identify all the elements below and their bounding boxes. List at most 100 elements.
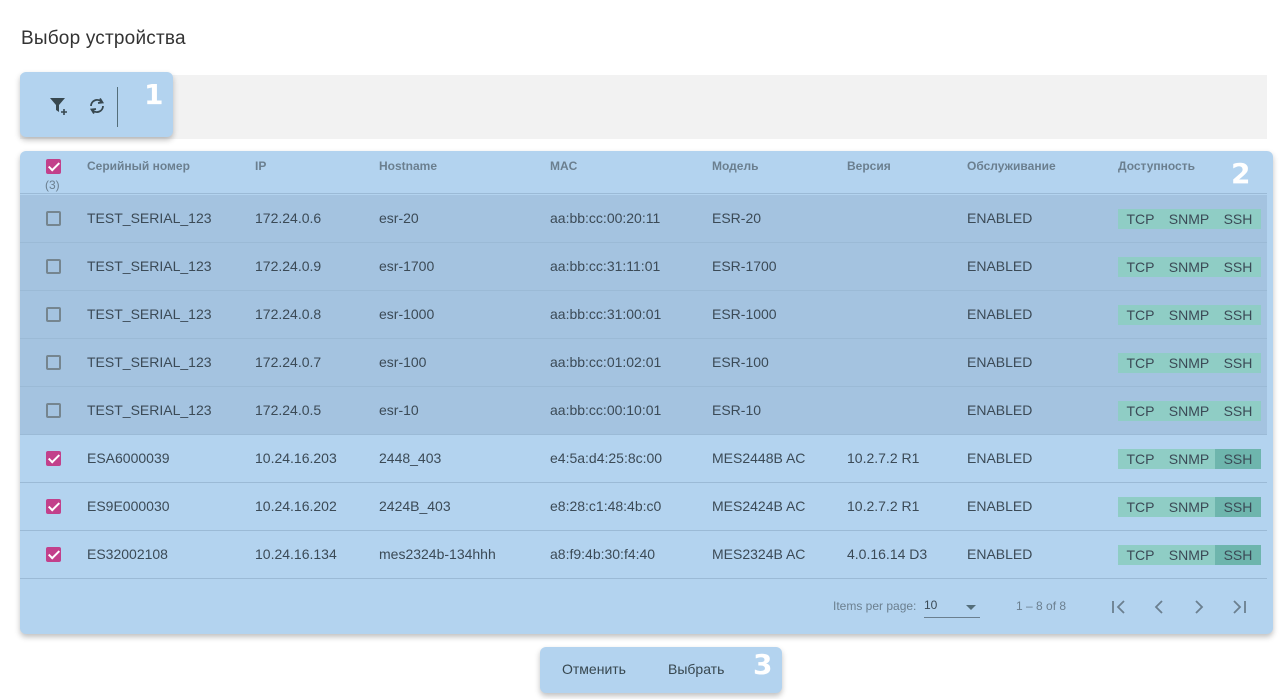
filter-add-icon[interactable] [47,94,71,118]
column-ip[interactable]: IP [255,159,266,173]
ip-address-cell: 10.24.16.134 [255,546,337,562]
column-version[interactable]: Версия [847,159,891,173]
availability-badges: TCP SNMP SSH [1118,497,1261,517]
protocol-badge-ssh: SSH [1215,545,1261,565]
model-cell: ESR-10 [712,402,762,418]
protocol-badge-ssh: SSH [1215,449,1261,469]
items-per-page-select[interactable]: 10 [924,595,980,618]
protocol-badge-snmp: SNMP [1163,353,1215,373]
serial-number-cell: ES9E000030 [87,498,170,514]
availability-badges: TCP SNMP SSH [1118,449,1261,469]
ip-address-cell: 172.24.0.9 [255,258,322,274]
row-checkbox[interactable] [46,307,61,322]
serial-number-cell: ES32002108 [87,546,168,562]
table-row[interactable]: ESA6000039 10.24.16.203 2448_403 e4:5a:d4:2… [20,435,1267,483]
version-cell: 4.0.16.14 D3 [847,546,928,562]
table-row[interactable]: ES9E000030 10.24.16.202 2424B_403 e8:28:c1:… [20,483,1267,531]
availability-badges: TCP SNMP SSH [1118,209,1261,229]
protocol-badge-snmp: SNMP [1163,209,1215,229]
protocol-badge-ssh: SSH [1215,257,1261,277]
availability-badges: TCP SNMP SSH [1118,257,1261,277]
row-checkbox[interactable] [46,451,61,466]
mac-address-cell: aa:bb:cc:00:10:01 [550,402,662,418]
column-hostname[interactable]: Hostname [379,159,437,173]
refresh-icon[interactable] [85,94,109,118]
service-status-cell: ENABLED [967,402,1033,418]
table-row[interactable]: ES32002108 10.24.16.134 mes2324b-134hhh a8:… [20,531,1267,579]
hostname-cell: esr-10 [379,402,419,418]
hostname-cell: 2424B_403 [379,498,451,514]
ip-address-cell: 10.24.16.203 [255,450,337,466]
cancel-button[interactable]: Отменить [562,661,626,677]
service-status-cell: ENABLED [967,210,1033,226]
table-row[interactable]: TEST_SERIAL_123 172.24.0.7 esr-100 aa:bb:cc… [20,339,1267,387]
protocol-badge-ssh: SSH [1215,353,1261,373]
toolbar: 1 [20,72,173,137]
ip-address-cell: 172.24.0.8 [255,306,322,322]
table-row[interactable]: TEST_SERIAL_123 172.24.0.9 esr-1700 aa:bb:c… [20,243,1267,291]
column-availability[interactable]: Доступность [1118,159,1195,173]
availability-badges: TCP SNMP SSH [1118,401,1261,421]
select-button[interactable]: Выбрать [668,661,724,677]
mac-address-cell: aa:bb:cc:31:11:01 [550,258,661,274]
prev-page-icon[interactable] [1149,597,1169,617]
select-all-checkbox[interactable] [46,159,61,174]
model-cell: MES2448B AC [712,450,806,466]
column-model[interactable]: Модель [712,159,758,173]
row-checkbox[interactable] [46,499,61,514]
protocol-badge-tcp: TCP [1118,209,1163,229]
table-row[interactable]: TEST_SERIAL_123 172.24.0.5 esr-10 aa:bb:cc:… [20,387,1267,435]
protocol-badge-tcp: TCP [1118,257,1163,277]
protocol-badge-tcp: TCP [1118,449,1163,469]
serial-number-cell: TEST_SERIAL_123 [87,354,212,370]
protocol-badge-tcp: TCP [1118,497,1163,517]
row-checkbox[interactable] [46,403,61,418]
model-cell: MES2324B AC [712,546,806,562]
row-checkbox[interactable] [46,355,61,370]
serial-number-cell: TEST_SERIAL_123 [87,210,212,226]
table-row[interactable]: TEST_SERIAL_123 172.24.0.6 esr-20 aa:bb:cc:… [20,195,1267,243]
toolbar-divider [117,87,118,127]
table-header: (3) Серийный номер IP Hostname MAC Модел… [20,151,1267,194]
marker-1: 1 [144,78,164,111]
hostname-cell: esr-1000 [379,306,435,322]
protocol-badge-tcp: TCP [1118,353,1163,373]
availability-badges: TCP SNMP SSH [1118,545,1261,565]
column-mac[interactable]: MAC [550,159,577,173]
device-table: (3) Серийный номер IP Hostname MAC Модел… [20,151,1273,634]
row-checkbox[interactable] [46,547,61,562]
protocol-badge-snmp: SNMP [1163,257,1215,277]
hostname-cell: 2448_403 [379,450,442,466]
ip-address-cell: 172.24.0.6 [255,210,322,226]
ip-address-cell: 172.24.0.5 [255,402,322,418]
ip-address-cell: 10.24.16.202 [255,498,337,514]
next-page-icon[interactable] [1189,597,1209,617]
column-service[interactable]: Обслуживание [967,159,1056,173]
row-checkbox[interactable] [46,211,61,226]
serial-number-cell: ESA6000039 [87,450,170,466]
page-title: Выбор устройства [21,28,186,49]
serial-number-cell: TEST_SERIAL_123 [87,258,212,274]
service-status-cell: ENABLED [967,354,1033,370]
table-row[interactable]: TEST_SERIAL_123 172.24.0.8 esr-1000 aa:bb:c… [20,291,1267,339]
items-per-page-label: Items per page: [833,599,917,613]
mac-address-cell: a8:f9:4b:30:f4:40 [550,546,656,562]
protocol-badge-ssh: SSH [1215,497,1261,517]
model-cell: MES2424B AC [712,498,806,514]
version-cell: 10.2.7.2 R1 [847,498,920,514]
toolbar-background [20,75,1267,139]
protocol-badge-tcp: TCP [1118,545,1163,565]
first-page-icon[interactable] [1109,597,1129,617]
service-status-cell: ENABLED [967,258,1033,274]
protocol-badge-ssh: SSH [1215,305,1261,325]
protocol-badge-ssh: SSH [1215,401,1261,421]
column-serial[interactable]: Серийный номер [87,159,190,173]
pagination-range: 1 – 8 of 8 [1016,599,1067,613]
last-page-icon[interactable] [1229,597,1249,617]
availability-badges: TCP SNMP SSH [1118,305,1261,325]
row-checkbox[interactable] [46,259,61,274]
protocol-badge-tcp: TCP [1118,305,1163,325]
mac-address-cell: aa:bb:cc:00:20:11 [550,210,661,226]
model-cell: ESR-1000 [712,306,777,322]
mac-address-cell: aa:bb:cc:31:00:01 [550,306,662,322]
